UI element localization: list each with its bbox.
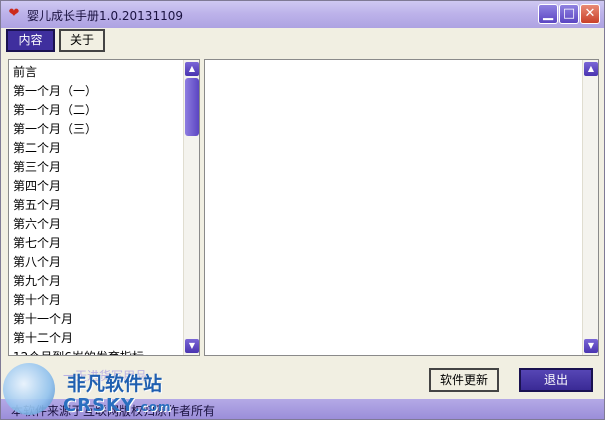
scroll-up-icon[interactable]: ▲ [185, 62, 199, 76]
watermark-sub-name: CRSKY [63, 395, 136, 416]
scroll-up-icon[interactable]: ▲ [584, 62, 598, 76]
list-item[interactable]: 第六个月 [13, 215, 144, 234]
minimize-button[interactable]: ▁ [538, 4, 558, 24]
window-title: 婴儿成长手册1.0.20131109 [27, 9, 183, 23]
content-scrollbar[interactable]: ▲ ▼ [582, 60, 598, 355]
app-window: ❤ 婴儿成长手册1.0.20131109 ▁ □ ✕ 内容 关于 前言 第一个月… [0, 0, 605, 420]
list-item[interactable]: 第一个月（二） [13, 101, 144, 120]
list-item[interactable]: 第四个月 [13, 177, 144, 196]
list-item[interactable]: 第五个月 [13, 196, 144, 215]
watermark-sub-suffix: .com [135, 400, 172, 414]
list-item[interactable]: 第八个月 [13, 253, 144, 272]
close-button[interactable]: ✕ [580, 4, 600, 24]
scroll-down-icon[interactable]: ▼ [584, 339, 598, 353]
list-item[interactable]: 第二个月 [13, 139, 144, 158]
watermark-main-text: 非凡软件站 [67, 373, 163, 395]
watermark-logo: 非凡软件站 CRSKY.com [1, 361, 171, 421]
scroll-down-icon[interactable]: ▼ [185, 339, 199, 353]
chapter-list-scrollbar[interactable]: ▲ ▼ [183, 60, 199, 355]
heart-app-icon: ❤ [8, 6, 20, 21]
maximize-button[interactable]: □ [559, 4, 579, 24]
content-viewer[interactable]: ▲ ▼ [204, 59, 599, 356]
list-item[interactable]: 第十一个月 [13, 310, 144, 329]
tab-about[interactable]: 关于 [59, 29, 105, 52]
title-bar[interactable]: ❤ 婴儿成长手册1.0.20131109 ▁ □ ✕ [1, 1, 604, 28]
chapter-list-items: 前言 第一个月（一） 第一个月（二） 第一个月（三） 第二个月 第三个月 第四个… [13, 63, 144, 355]
watermark-sub-text: CRSKY.com [63, 395, 171, 416]
chapter-list[interactable]: 前言 第一个月（一） 第一个月（二） 第一个月（三） 第二个月 第三个月 第四个… [8, 59, 200, 356]
tab-content[interactable]: 内容 [6, 29, 55, 52]
watermark-globe-icon [3, 363, 55, 415]
list-item[interactable]: 12个月到6岁的发育指标 [13, 348, 144, 355]
scroll-thumb[interactable] [185, 78, 199, 136]
list-item[interactable]: 前言 [13, 63, 144, 82]
list-item[interactable]: 第九个月 [13, 272, 144, 291]
software-update-button[interactable]: 软件更新 [429, 368, 499, 392]
list-item[interactable]: 第一个月（三） [13, 120, 144, 139]
list-item[interactable]: 第十二个月 [13, 329, 144, 348]
list-item[interactable]: 第十个月 [13, 291, 144, 310]
list-item[interactable]: 第三个月 [13, 158, 144, 177]
exit-button[interactable]: 退出 [519, 368, 593, 392]
list-item[interactable]: 第一个月（一） [13, 82, 144, 101]
list-item[interactable]: 第七个月 [13, 234, 144, 253]
